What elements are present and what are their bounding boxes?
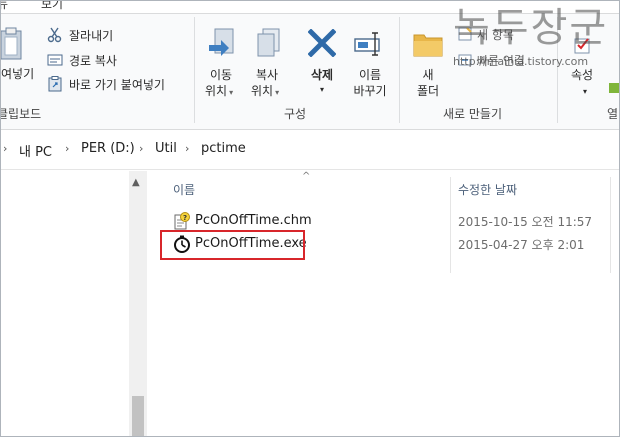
new-folder-label-2: 폴더 <box>416 84 440 98</box>
file-list[interactable]: ^ 이름 수정한 날짜 ? PcOnOffTime.chm 2015-10-15… <box>147 171 619 436</box>
help-file-icon: ? <box>174 212 190 230</box>
breadcrumb-chevron-icon[interactable]: › <box>139 142 143 155</box>
selection-highlight-box <box>160 230 305 260</box>
copy-path-button[interactable]: 경로 복사 <box>47 51 157 69</box>
watermark-title: 녹두장군 <box>453 5 609 51</box>
copy-to-label-1: 복사 <box>255 68 279 82</box>
delete-x-icon <box>308 29 336 57</box>
group-separator <box>194 17 195 123</box>
breadcrumb-drive[interactable]: PER (D:) <box>81 141 135 156</box>
open-group-label: 열 <box>607 107 619 121</box>
navigation-scrollbar[interactable]: ▲ <box>129 171 147 436</box>
properties-label: 속성 <box>571 68 594 82</box>
tab-view[interactable]: 보기 <box>41 1 63 12</box>
paste-label: 여넣기 <box>1 67 35 81</box>
new-folder-button[interactable]: 새 폴더 <box>405 25 449 101</box>
folder-icon <box>413 34 443 57</box>
delete-dropdown-caret[interactable]: ▾ <box>305 83 339 97</box>
sort-ascending-icon: ^ <box>302 171 311 182</box>
file-explorer-window: 뉴 보기 여넣기 잘라내기 <box>0 0 620 437</box>
new-folder-label-1: 새 <box>422 68 434 82</box>
svg-text:?: ? <box>183 214 187 222</box>
paste-shortcut-button[interactable]: 바로 가기 붙여넣기 <box>47 75 187 93</box>
delete-button[interactable]: 삭제 ▾ <box>301 25 343 101</box>
cut-button[interactable]: 잘라내기 <box>47 26 157 44</box>
rename-label-2: 바꾸기 <box>353 84 387 98</box>
breadcrumb-pctime[interactable]: pctime <box>201 141 246 156</box>
file-row[interactable]: ? PcOnOffTime.chm 2015-10-15 오전 11:57 <box>147 210 619 232</box>
file-date: 2015-04-27 오후 2:01 <box>458 238 585 252</box>
paste-button[interactable]: 여넣기 <box>1 25 41 89</box>
move-to-label-2: 위치 ▾ <box>205 84 234 98</box>
paste-shortcut-icon <box>48 76 62 92</box>
move-to-label-1: 이동 <box>209 68 233 82</box>
group-separator <box>399 17 400 123</box>
move-to-icon <box>209 28 234 56</box>
delete-label: 삭제 <box>310 68 334 82</box>
new-group-label: 새로 만들기 <box>443 107 503 121</box>
copy-path-label: 경로 복사 <box>69 54 117 68</box>
copy-to-button[interactable]: 복사 위치 ▾ <box>247 25 287 101</box>
breadcrumb-chevron-icon[interactable]: › <box>185 142 189 155</box>
ribbon: 뉴 보기 여넣기 잘라내기 <box>1 1 619 130</box>
file-date: 2015-10-15 오전 11:57 <box>458 215 593 229</box>
navigation-scroll-thumb[interactable] <box>132 396 144 436</box>
navigation-pane[interactable] <box>1 171 129 436</box>
properties-dropdown-caret[interactable]: ▾ <box>583 85 587 99</box>
cut-label: 잘라내기 <box>69 29 114 43</box>
tab-share[interactable]: 뉴 <box>1 1 8 12</box>
address-bar[interactable]: › 내 PC › PER (D:) › Util › pctime <box>1 131 619 170</box>
rename-label-1: 이름 <box>358 68 382 82</box>
breadcrumb-chevron-icon[interactable]: › <box>3 142 7 155</box>
column-header-modified[interactable]: 수정한 날짜 <box>458 181 517 198</box>
open-app-icon[interactable] <box>609 81 619 95</box>
watermark-url: http://mainia.tistory.com <box>453 55 589 68</box>
copy-path-icon <box>47 54 63 66</box>
breadcrumb-util[interactable]: Util <box>155 141 177 156</box>
copy-to-label-2: 위치 ▾ <box>251 84 280 98</box>
breadcrumb-chevron-icon[interactable]: › <box>65 142 69 155</box>
rename-icon <box>354 32 380 56</box>
copy-to-icon <box>257 28 280 57</box>
organize-group-label: 구성 <box>284 107 307 121</box>
scroll-up-arrow-icon[interactable]: ▲ <box>132 177 140 188</box>
scissors-icon <box>47 27 62 43</box>
column-header-name[interactable]: 이름 <box>173 181 195 198</box>
clipboard-icon <box>1 27 22 60</box>
file-name[interactable]: PcOnOffTime.chm <box>195 213 312 228</box>
clipboard-group-label: 클립보드 <box>0 107 42 121</box>
breadcrumb-this-pc[interactable]: 내 PC <box>19 141 52 160</box>
paste-shortcut-label: 바로 가기 붙여넣기 <box>69 78 165 92</box>
move-to-button[interactable]: 이동 위치 ▾ <box>201 25 241 101</box>
rename-button[interactable]: 이름 바꾸기 <box>347 25 391 101</box>
